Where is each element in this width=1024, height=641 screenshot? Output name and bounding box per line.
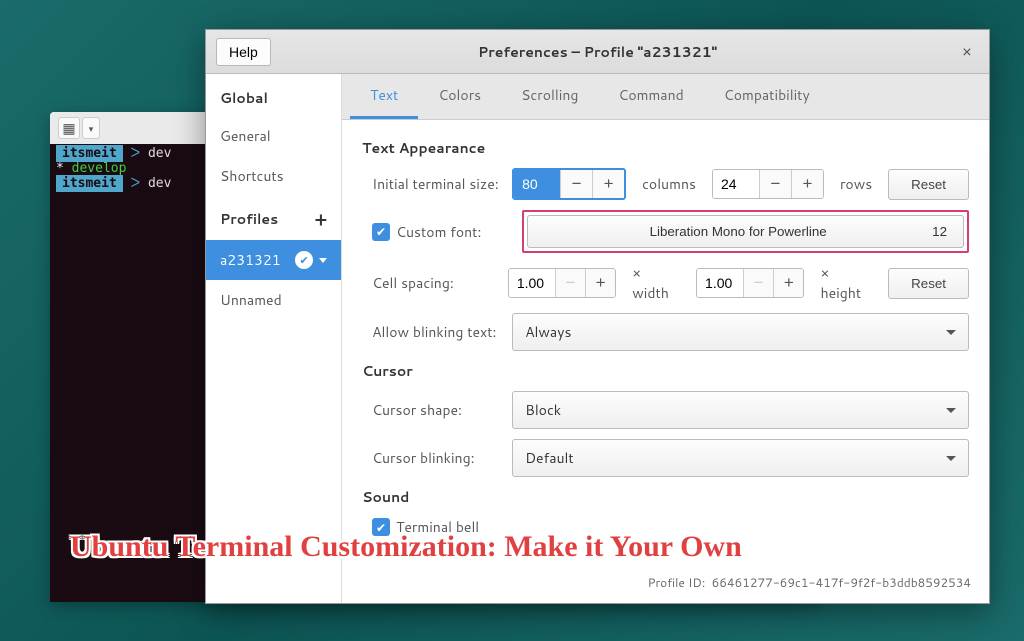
reset-spacing-button[interactable]: Reset [888,268,969,299]
rows-plus[interactable]: + [791,170,823,198]
cell-width-minus[interactable]: − [555,269,585,297]
prompt-user2: itsmeit [56,175,123,192]
tab-command[interactable]: Command [598,74,703,119]
terminal-cmd2: dev [148,176,171,191]
terminal-cmd1: dev [148,146,171,161]
label-cell-spacing: Cell spacing: [362,273,498,293]
label-cursor-blinking: Cursor blinking: [362,448,502,468]
new-tab-button[interactable]: ▦ [58,117,80,139]
profile-id-footer: Profile ID: 66461277-69c1-417f-9f2f-b3dd… [342,566,989,603]
rows-input[interactable] [713,170,759,198]
font-name: Liberation Mono for Powerline [544,224,932,239]
reset-size-button[interactable]: Reset [888,169,969,200]
cursor-shape-value: Block [525,400,561,420]
font-size: 12 [932,224,947,239]
label-cursor-shape: Cursor shape: [362,400,502,420]
cell-width-input[interactable] [509,269,555,297]
cursor-blinking-dropdown[interactable]: Default [512,439,969,477]
profile-a-label: a231321 [220,250,281,270]
git-branch: develop [72,161,127,176]
rows-spinner[interactable]: − + [712,169,824,199]
chevron-down-icon: ▾ [89,122,94,135]
rows-minus[interactable]: − [759,170,791,198]
tab-scrolling[interactable]: Scrolling [501,74,598,119]
cursor-shape-dropdown[interactable]: Block [512,391,969,429]
cursor-blinking-value: Default [525,448,574,468]
chevron-down-icon [946,456,956,461]
label-blinking-text: Allow blinking text: [362,322,502,342]
preferences-dialog: Help Preferences – Profile "a231321" × G… [205,29,990,604]
custom-font-checkbox[interactable]: ✔ [372,223,390,241]
tab-compatibility[interactable]: Compatibility [704,74,830,119]
add-profile-button[interactable]: + [315,206,327,232]
columns-spinner[interactable]: − + [512,168,626,200]
cell-height-minus[interactable]: − [743,269,773,297]
cell-width-plus[interactable]: + [585,269,615,297]
section-cursor: Cursor [362,361,969,381]
cell-height-spinner[interactable]: − + [696,268,804,298]
help-button[interactable]: Help [216,38,271,66]
plus-icon: ▦ [62,118,75,138]
tab-bar: Text Colors Scrolling Command Compatibil… [342,74,989,120]
dialog-title: Preferences – Profile "a231321" [478,42,717,62]
sidebar-heading-profiles: Profiles + [206,196,341,240]
section-text-appearance: Text Appearance [362,138,969,158]
tab-text[interactable]: Text [350,74,418,119]
cell-width-unit: × width [632,263,680,303]
columns-input[interactable] [514,170,560,198]
cell-height-plus[interactable]: + [773,269,803,297]
cell-height-unit: × height [820,263,872,303]
rows-unit: rows [840,174,872,194]
profile-id-value: 66461277-69c1-417f-9f2f-b3ddb8592534 [712,574,971,591]
settings-area: Text Appearance Initial terminal size: −… [342,120,989,566]
columns-minus[interactable]: − [560,170,592,198]
blinking-text-value: Always [525,322,571,342]
sidebar-item-profile-unnamed[interactable]: Unnamed [206,280,341,320]
chevron-down-icon [946,408,956,413]
check-icon: ✔ [295,251,313,269]
blinking-text-dropdown[interactable]: Always [512,313,969,351]
font-button-highlight: Liberation Mono for Powerline 12 [522,210,969,253]
section-sound: Sound [362,487,969,507]
columns-unit: columns [642,174,696,194]
image-caption: Ubuntu Terminal Customization: Make it Y… [70,530,742,564]
profile-id-label: Profile ID: [648,574,706,591]
prompt-user: itsmeit [56,145,123,162]
content-panel: Text Colors Scrolling Command Compatibil… [342,74,989,603]
chevron-down-icon [946,330,956,335]
label-custom-font: Custom font: [396,222,481,242]
titlebar: Help Preferences – Profile "a231321" × [206,30,989,74]
sidebar-item-general[interactable]: General [206,116,341,156]
cell-height-input[interactable] [697,269,743,297]
new-tab-dropdown[interactable]: ▾ [82,117,100,139]
sidebar-item-profile-a231321[interactable]: a231321 ✔ [206,240,341,280]
tab-colors[interactable]: Colors [418,74,501,119]
chevron-down-icon[interactable] [319,258,327,263]
close-button[interactable]: × [955,40,979,63]
label-initial-size: Initial terminal size: [362,174,502,194]
sidebar-item-shortcuts[interactable]: Shortcuts [206,156,341,196]
sidebar: Global General Shortcuts Profiles + a231… [206,74,342,603]
sidebar-heading-global: Global [206,78,341,116]
profiles-label: Profiles [220,209,278,229]
cell-width-spinner[interactable]: − + [508,268,616,298]
font-chooser-button[interactable]: Liberation Mono for Powerline 12 [527,215,964,248]
columns-plus[interactable]: + [592,170,624,198]
